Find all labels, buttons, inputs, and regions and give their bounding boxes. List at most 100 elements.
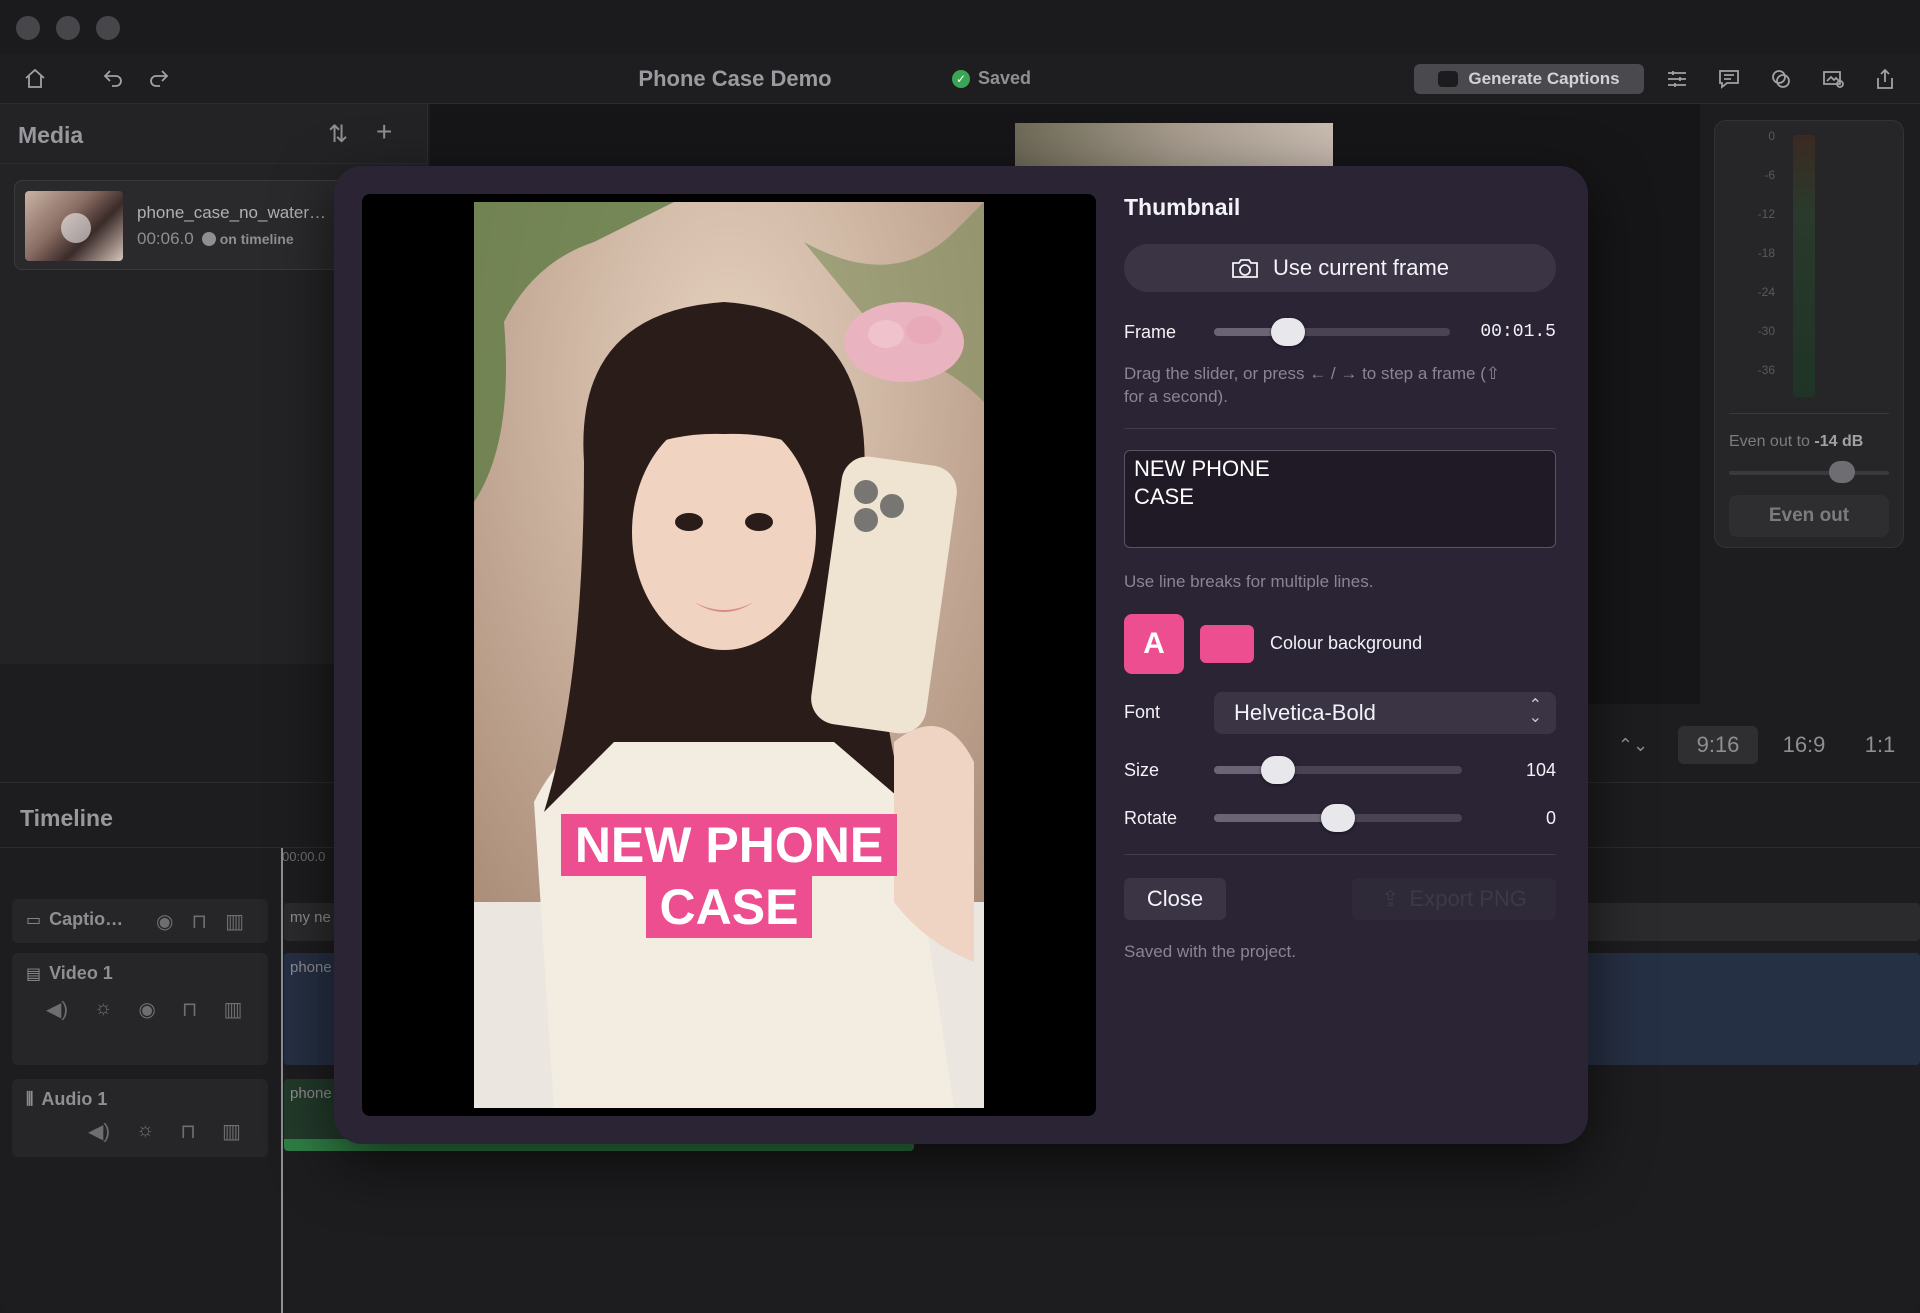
slider-knob[interactable] <box>1271 318 1305 346</box>
media-thumbnail <box>25 191 123 261</box>
track-name-label: Audio 1 <box>41 1089 108 1109</box>
effects-icon[interactable] <box>1766 64 1796 94</box>
app-window: Phone Case Demo ✓ Saved Generate Caption… <box>0 0 1920 1313</box>
slider-knob[interactable] <box>1261 756 1295 784</box>
frame-slider[interactable] <box>1214 318 1450 346</box>
eye-icon[interactable]: ◉ <box>138 997 155 1022</box>
frame-help-line-2: for a second). <box>1124 387 1228 406</box>
sliders-icon[interactable] <box>1662 64 1692 94</box>
captions-icon: ▭ <box>26 911 42 929</box>
trash-icon[interactable]: ▥ <box>222 1119 241 1144</box>
slider-knob[interactable] <box>1321 804 1355 832</box>
divider <box>1124 854 1556 855</box>
track-header-audio[interactable]: ⫼ Audio 1 ◀) ☼ ⊓ ▥ <box>12 1079 268 1157</box>
track-header-video[interactable]: ▤ Video 1 ◀) ☼ ◉ ⊓ ▥ <box>12 953 268 1065</box>
lock-icon[interactable]: ⊓ <box>191 909 207 934</box>
checkmark-icon: ✓ <box>952 69 970 88</box>
frame-time: 00:01.5 <box>1480 322 1556 342</box>
size-slider[interactable] <box>1214 756 1462 784</box>
caption-line: NEW PHONE <box>560 814 898 876</box>
minimize-window-button[interactable] <box>56 16 80 40</box>
captions-icon <box>1438 71 1459 87</box>
play-icon[interactable] <box>61 213 91 243</box>
scale-label: -30 <box>1757 324 1775 338</box>
even-out-value: -14 dB <box>1814 433 1864 450</box>
share-icon[interactable] <box>1870 64 1900 94</box>
lock-icon[interactable]: ⊓ <box>180 1119 196 1144</box>
camera-icon <box>1232 259 1258 278</box>
divider <box>1124 428 1556 429</box>
lock-icon[interactable]: ⊓ <box>182 997 198 1022</box>
comment-icon[interactable] <box>1714 64 1744 94</box>
on-timeline-label: on timeline <box>219 231 294 247</box>
even-out-button[interactable]: Even out <box>1729 495 1889 537</box>
on-timeline-badge: on timeline <box>201 231 294 247</box>
undo-icon[interactable] <box>98 64 128 94</box>
playhead[interactable] <box>281 848 283 1313</box>
scale-label: -18 <box>1757 246 1775 260</box>
speaker-icon[interactable]: ◀) <box>46 997 68 1022</box>
font-select[interactable]: Helvetica-Bold ⌃ ⌄ <box>1214 692 1556 734</box>
close-button[interactable]: Close <box>1124 878 1226 920</box>
track-name-label: Captio… <box>49 909 124 929</box>
title-bar <box>0 0 1920 54</box>
speaker-icon[interactable]: ◀) <box>88 1119 110 1144</box>
brightness-icon[interactable]: ☼ <box>136 1119 154 1144</box>
brightness-icon[interactable]: ☼ <box>94 997 112 1022</box>
share-icon: ⇪ <box>1381 886 1400 911</box>
caption-line: CASE <box>645 876 813 938</box>
text-color-swatch[interactable]: A <box>1124 614 1184 674</box>
export-png-button[interactable]: ⇪ Export PNG <box>1352 878 1556 920</box>
film-icon: ▤ <box>26 965 42 983</box>
add-icon[interactable]: + <box>376 116 392 148</box>
frame-illustration <box>474 202 984 1108</box>
level-meter <box>1793 135 1815 397</box>
track-controls: ◀) ☼ ◉ ⊓ ▥ <box>46 997 242 1022</box>
export-png-label: Export PNG <box>1409 886 1527 911</box>
generate-captions-label: Generate Captions <box>1468 69 1620 88</box>
thumbnail-dialog: NEW PHONE CASE Thumbnail Use current fra… <box>334 166 1588 1144</box>
aspect-16-9-button[interactable]: 16:9 <box>1764 726 1844 764</box>
eye-icon[interactable]: ◉ <box>156 909 173 934</box>
chevron-updown-icon[interactable]: ⌃⌄ <box>1588 720 1678 770</box>
track-name: ▤ Video 1 <box>26 963 113 984</box>
background-color-swatch[interactable] <box>1200 625 1254 663</box>
clip-label: my ne <box>290 909 331 926</box>
aspect-1-1-button[interactable]: 1:1 <box>1850 726 1910 764</box>
trash-icon[interactable]: ▥ <box>225 909 244 934</box>
slider-knob[interactable] <box>1829 461 1855 483</box>
zoom-window-button[interactable] <box>96 16 120 40</box>
generate-captions-button[interactable]: Generate Captions <box>1414 64 1644 94</box>
close-window-button[interactable] <box>16 16 40 40</box>
aspect-9-16-button[interactable]: 9:16 <box>1678 726 1758 764</box>
audio-level-panel: 0 -6 -12 -18 -24 -30 -36 Even out to -14… <box>1714 120 1904 548</box>
use-current-frame-label: Use current frame <box>1272 255 1450 280</box>
scale-label: -36 <box>1757 363 1775 377</box>
timeline-title: Timeline <box>20 805 113 831</box>
timeline-ruler: 00:00.0 <box>282 849 326 864</box>
add-media-icon[interactable] <box>1818 64 1848 94</box>
size-value: 104 <box>1525 760 1556 780</box>
even-out-label: Even out to -14 dB <box>1729 433 1863 451</box>
media-title: Media <box>18 122 84 148</box>
redo-icon[interactable] <box>144 64 174 94</box>
rotate-slider[interactable] <box>1214 804 1462 832</box>
track-header-captions[interactable]: ▭ Captio… ◉ ⊓ ▥ <box>12 899 268 943</box>
check-circle-icon <box>201 232 216 246</box>
colour-background-label: Colour background <box>1270 633 1423 653</box>
video-frame-image: NEW PHONE CASE <box>474 202 984 1108</box>
track-name-label: Video 1 <box>49 963 113 983</box>
font-label: Font <box>1124 702 1161 722</box>
home-icon[interactable] <box>20 64 50 94</box>
caption-text-field[interactable]: NEW PHONE CASE <box>1124 450 1556 548</box>
trash-icon[interactable]: ▥ <box>223 997 242 1022</box>
use-current-frame-button[interactable]: Use current frame <box>1124 244 1556 292</box>
chevron-updown-icon: ⌃ ⌄ <box>1528 697 1542 726</box>
sort-icon[interactable]: ⇅ <box>328 120 348 149</box>
media-header: Media ⇅ + <box>0 104 428 164</box>
even-out-slider[interactable] <box>1729 461 1889 483</box>
clip-label: phone <box>290 959 332 976</box>
scale-label: -24 <box>1757 285 1775 299</box>
track-controls: ◀) ☼ ⊓ ▥ <box>88 1119 241 1144</box>
scale-label: 0 <box>1768 129 1775 143</box>
